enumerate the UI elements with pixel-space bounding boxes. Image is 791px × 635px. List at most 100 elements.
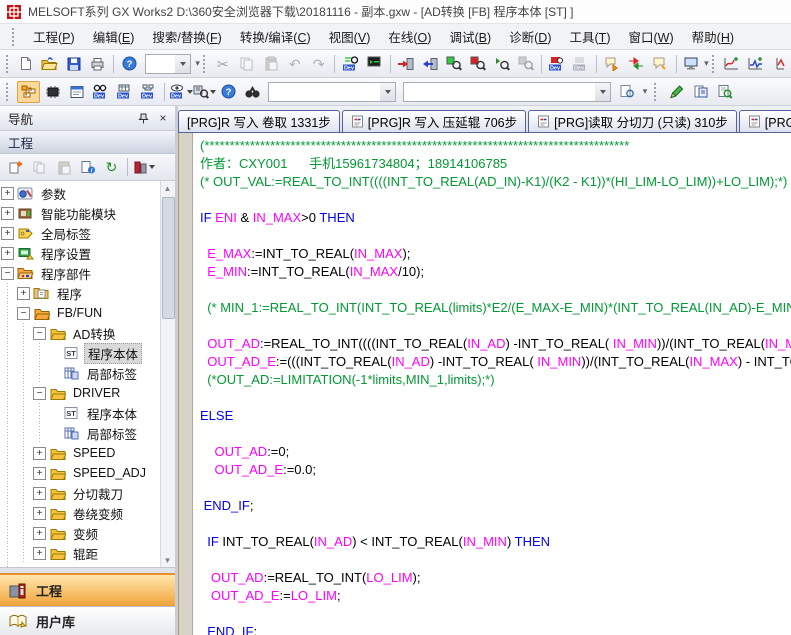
expand-icon[interactable]: + [17, 287, 30, 300]
menu-c[interactable]: 转换/编译(C) [231, 24, 320, 49]
comment-edit-button[interactable] [649, 53, 672, 75]
device-display-button[interactable]: Dev [169, 81, 192, 103]
expand-icon[interactable]: + [33, 507, 46, 520]
write-to-plc-button[interactable] [394, 53, 417, 75]
scroll-up-icon[interactable]: ▲ [161, 181, 174, 195]
trend-cut-button[interactable] [768, 53, 791, 75]
module-configuration-button[interactable] [41, 81, 64, 103]
tree-item[interactable]: −程序部件 [0, 263, 161, 283]
toolbar-grip[interactable] [712, 55, 715, 73]
tree-item[interactable]: +全局标签 [0, 223, 161, 243]
tree-item[interactable]: +程序 [0, 283, 161, 303]
stop-monitor-button[interactable] [490, 53, 513, 75]
edit-mode-button[interactable] [665, 81, 688, 103]
toolbar-overflow-icon[interactable]: ▾ [639, 86, 651, 97]
tree-item[interactable]: +辊距 [0, 543, 161, 563]
tree-item[interactable]: −DRIVER [0, 383, 161, 403]
pin-icon[interactable] [135, 110, 151, 126]
toolbar-combobox[interactable] [268, 82, 396, 102]
tree-new-button[interactable] [4, 156, 27, 178]
tree-item[interactable]: +参数 [0, 183, 161, 203]
menu-w[interactable]: 窗口(W) [619, 24, 682, 49]
menu-p[interactable]: 工程(P) [24, 24, 84, 49]
toolbar-combobox[interactable] [403, 82, 611, 102]
menu-v[interactable]: 视图(V) [320, 24, 380, 49]
expand-icon[interactable]: + [33, 527, 46, 540]
trend-graph-button[interactable] [720, 53, 743, 75]
redo-button[interactable]: ↷ [307, 53, 330, 75]
device-batch-monitor-2-button[interactable]: Dev [569, 53, 592, 75]
pc-monitor-button[interactable] [680, 53, 703, 75]
document-tab[interactable]: [PRG]R 写入 [739, 110, 791, 132]
copy-document-button[interactable] [689, 81, 712, 103]
menu-grip[interactable] [12, 28, 18, 46]
new-file-button[interactable] [14, 53, 37, 75]
toolbar-overflow-icon[interactable]: ▾ [704, 58, 709, 69]
tree-item[interactable]: 结构体 [0, 563, 161, 567]
start-monitor-all-button[interactable] [442, 53, 465, 75]
read-from-plc-button[interactable] [418, 53, 441, 75]
toolbar-grip[interactable] [6, 83, 12, 101]
menu-e[interactable]: 编辑(E) [84, 24, 144, 49]
tree-item[interactable]: −FB/FUN [0, 303, 161, 323]
tree-sort-button[interactable] [132, 156, 155, 178]
navigation-window-button[interactable] [17, 81, 40, 103]
find-document-button[interactable] [713, 81, 736, 103]
expand-icon[interactable]: + [1, 207, 14, 220]
collapse-icon[interactable]: − [33, 387, 46, 400]
copy-button[interactable] [235, 53, 258, 75]
comment-jump-button[interactable] [601, 53, 624, 75]
toolbar-overflow-icon[interactable]: ▾ [195, 58, 200, 69]
tree-scrollbar[interactable]: ▲ ▼ [160, 181, 175, 567]
document-tab[interactable]: [PRG]读取 分切刀 (只读) 310步 [528, 110, 737, 132]
menu-d[interactable]: 诊断(D) [500, 24, 560, 49]
device-entry-monitor-button[interactable]: Dev [113, 81, 136, 103]
expand-icon[interactable]: + [1, 247, 14, 260]
tree-item[interactable]: +智能功能模块 [0, 203, 161, 223]
scrollbar-thumb[interactable] [162, 197, 175, 319]
tree-refresh-button[interactable]: ↻ [100, 156, 123, 178]
tree-copy-button[interactable] [28, 156, 51, 178]
menu-t[interactable]: 工具(T) [561, 24, 620, 49]
combobox-arrow-icon[interactable] [595, 83, 610, 101]
combobox-arrow-icon[interactable] [380, 83, 395, 101]
preview-button[interactable] [615, 81, 638, 103]
document-tab[interactable]: [PRG]R 写入 压延辊 706步 [342, 110, 526, 132]
nav-view-button-user-library[interactable]: 用户库 [0, 606, 175, 635]
tree-properties-button[interactable]: i [76, 156, 99, 178]
document-tab[interactable]: [PRG]R 写入 卷取 1331步 [178, 110, 340, 132]
help-2-button[interactable]: ? [217, 81, 240, 103]
expand-icon[interactable]: + [33, 447, 46, 460]
tree-item[interactable]: ST程序本体 [0, 343, 161, 363]
paste-button[interactable] [259, 53, 282, 75]
toolbar-combobox[interactable] [145, 54, 192, 74]
toolbar-grip[interactable] [654, 83, 660, 101]
save-project-button[interactable] [62, 53, 85, 75]
menu-f[interactable]: 搜索/替换(F) [143, 24, 230, 49]
scroll-down-icon[interactable]: ▼ [161, 553, 174, 567]
toolbar-grip[interactable] [6, 55, 9, 73]
cut-button[interactable]: ✂ [211, 53, 234, 75]
dropdown-arrow-icon[interactable] [210, 90, 216, 94]
help-button[interactable]: ? [118, 53, 141, 75]
dropdown-arrow-icon[interactable] [187, 90, 193, 94]
nav-view-button-project[interactable]: 工程 [0, 573, 175, 606]
tree-item[interactable]: −AD转换 [0, 323, 161, 343]
start-monitor-button[interactable] [466, 53, 489, 75]
menu-h[interactable]: 帮助(H) [683, 24, 743, 49]
device-test-button[interactable] [363, 53, 386, 75]
tree-item[interactable]: +程序设置 [0, 243, 161, 263]
find-binoculars-button[interactable] [241, 81, 264, 103]
close-icon[interactable]: × [155, 110, 171, 126]
open-project-button[interactable] [38, 53, 61, 75]
toolbar-grip[interactable] [203, 55, 206, 73]
collapse-icon[interactable]: − [33, 327, 46, 340]
code-editor[interactable]: (***************************************… [178, 133, 791, 635]
tree-item[interactable]: +SPEED [0, 443, 161, 463]
collapse-icon[interactable]: − [17, 307, 30, 320]
device-monitor-button[interactable]: Dev [339, 53, 362, 75]
device-find-button[interactable]: Dev [89, 81, 112, 103]
pause-monitor-button[interactable] [514, 53, 537, 75]
tree-item[interactable]: 局部标签 [0, 423, 161, 443]
expand-icon[interactable]: + [33, 487, 46, 500]
